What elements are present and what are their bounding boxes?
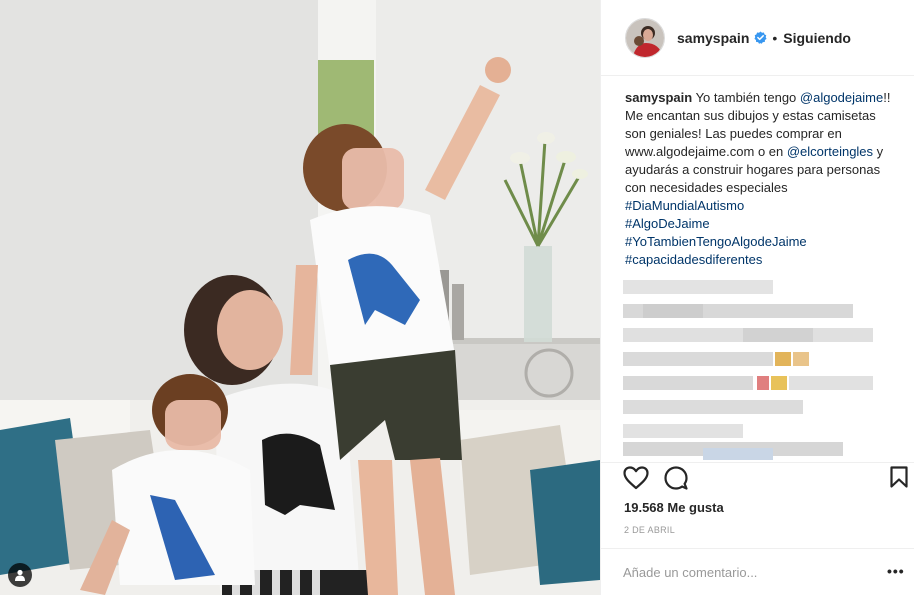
post-photo[interactable] [0,0,600,595]
hashtag-link[interactable]: #DiaMundialAutismo [625,198,744,213]
caption-text: Yo también tengo [692,90,800,105]
comment-bubble-icon[interactable] [664,466,688,490]
mention-link[interactable]: @algodejaime [800,90,883,105]
post-header: samyspain • Siguiendo [601,0,914,76]
person-tag-icon [15,569,25,581]
caption: samyspain Yo también tengo @algodejaime!… [625,89,895,269]
comment-input[interactable] [623,562,863,582]
username-link[interactable]: samyspain [677,30,749,46]
hashtag-link[interactable]: #YoTambienTengoAlgodeJaime [625,234,807,249]
post-date: 2 de abril [624,525,676,535]
photo-illustration [0,0,600,595]
avatar-image [626,18,664,57]
more-options-button[interactable]: ••• [887,564,905,578]
verified-badge-icon [754,31,767,44]
mention-link[interactable]: @elcorteingles [787,144,873,159]
user-tag-button[interactable] [8,563,32,587]
hashtag-link[interactable]: #AlgoDeJaime [625,216,710,231]
hashtag-link[interactable]: #capacidadesdiferentes [625,252,762,267]
bookmark-icon[interactable] [890,466,908,488]
separator-dot: • [772,29,778,46]
likes-count[interactable]: 19.568 Me gusta [624,500,724,515]
follow-button[interactable]: Siguiendo [783,30,851,46]
post-sidebar: samyspain • Siguiendo samyspain Yo tambi… [600,0,914,595]
avatar[interactable] [625,17,665,58]
heart-icon[interactable] [623,466,649,490]
obscured-comments [623,280,873,460]
caption-username[interactable]: samyspain [625,90,692,105]
